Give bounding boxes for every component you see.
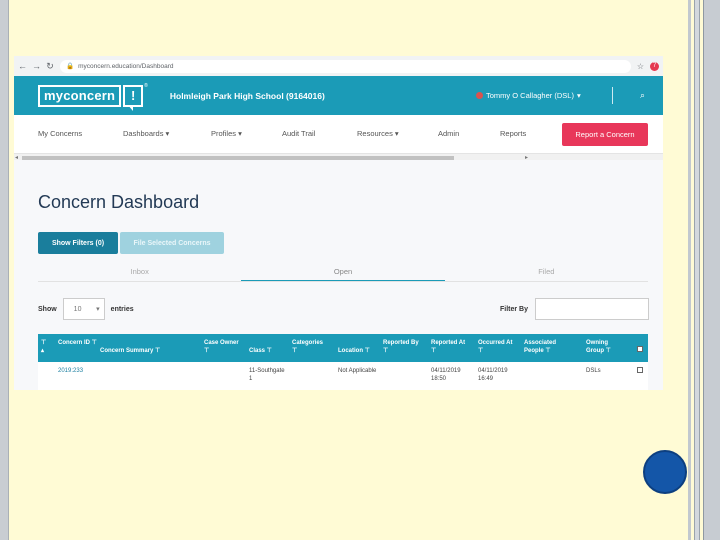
col-associated-people[interactable]: Associated People ⊤ bbox=[524, 339, 570, 355]
forward-arrow-icon[interactable]: → bbox=[32, 61, 41, 71]
col-concern-summary[interactable]: Concern Summary ⊤ bbox=[100, 347, 180, 355]
nav-admin[interactable]: Admin bbox=[438, 129, 459, 138]
user-menu[interactable]: Tommy O Callagher (DSL) ▾ bbox=[476, 91, 581, 100]
show-label: Show bbox=[38, 305, 57, 313]
tab-inbox[interactable]: Inbox bbox=[38, 264, 241, 281]
user-name: Tommy O Callagher (DSL) bbox=[486, 91, 574, 100]
cell-owning-group: DSLs bbox=[586, 368, 601, 374]
slide-right-border bbox=[688, 0, 720, 540]
show-filters-button[interactable]: Show Filters (0) bbox=[38, 232, 118, 254]
col-occurred-at[interactable]: Occurred At ⊤ bbox=[478, 339, 518, 355]
entries-value: 10 bbox=[73, 305, 82, 313]
sort-filter-icon[interactable]: ⊤ ▴ bbox=[41, 339, 46, 355]
nav-my-concerns[interactable]: My Concerns bbox=[38, 129, 82, 138]
entries-control: Show 10 ▾ entries bbox=[38, 298, 134, 320]
myconcern-logo[interactable]: myconcern ! ® bbox=[38, 82, 148, 111]
concern-id-link[interactable]: 2019:233 bbox=[58, 367, 83, 375]
trademark-symbol: ® bbox=[144, 82, 148, 89]
col-case-owner[interactable]: Case Owner ⊤ bbox=[204, 339, 244, 355]
avatar bbox=[476, 92, 483, 99]
logo-mark: ! bbox=[123, 84, 144, 111]
browser-screenshot: ← → ↻ 🔒 myconcern.education/Dashboard ☆ … bbox=[14, 56, 663, 390]
filter-label: Filter By bbox=[500, 305, 529, 313]
table-header: ⊤ ▴ Concern ID ⊤ Concern Summary ⊤ Case O… bbox=[38, 334, 648, 362]
tab-open[interactable]: Open bbox=[241, 264, 445, 281]
filter-input[interactable] bbox=[535, 298, 650, 320]
reload-icon[interactable]: ↻ bbox=[46, 61, 54, 72]
file-selected-button[interactable]: File Selected Concerns bbox=[120, 232, 224, 254]
logo-text: myconcern bbox=[38, 84, 122, 107]
concern-tabs: Inbox Open Filed bbox=[38, 264, 648, 282]
slide-decoration-circle bbox=[643, 450, 687, 494]
school-name: Holmleigh Park High School (9164016) bbox=[169, 90, 325, 101]
row-checkbox[interactable] bbox=[637, 367, 643, 373]
extension-badge[interactable]: 7 bbox=[650, 61, 659, 71]
tab-filed[interactable]: Filed bbox=[445, 264, 648, 281]
col-owning-group[interactable]: Owning Group ⊤ bbox=[586, 339, 626, 355]
cell-occurred-at: 04/11/2019 16:49 bbox=[478, 368, 508, 382]
dashboard-content: Concern Dashboard Show Filters (0) File … bbox=[14, 160, 663, 390]
col-class[interactable]: Class ⊤ bbox=[249, 347, 289, 355]
app-header: myconcern ! ® Holmleigh Park High School… bbox=[14, 76, 663, 115]
browser-toolbar: ← → ↻ 🔒 myconcern.education/Dashboard ☆ … bbox=[14, 56, 663, 76]
nav-reports[interactable]: Reports bbox=[500, 129, 526, 138]
back-arrow-icon[interactable]: ← bbox=[18, 61, 27, 71]
address-bar[interactable]: 🔒 myconcern.education/Dashboard bbox=[60, 59, 631, 73]
select-all-checkbox[interactable] bbox=[637, 346, 643, 352]
cell-location: Not Applicable bbox=[338, 368, 377, 374]
search-icon[interactable]: ⌕ bbox=[640, 90, 645, 101]
chevron-down-icon: ▾ bbox=[96, 306, 100, 313]
col-location[interactable]: Location ⊤ bbox=[338, 347, 382, 355]
page-title: Concern Dashboard bbox=[38, 192, 200, 212]
nav-audit-trail[interactable]: Audit Trail bbox=[282, 129, 315, 138]
bookmark-star-icon[interactable]: ☆ bbox=[637, 62, 644, 71]
concerns-table: ⊤ ▴ Concern ID ⊤ Concern Summary ⊤ Case O… bbox=[38, 334, 648, 390]
col-categories[interactable]: Categories ⊤ bbox=[292, 339, 332, 355]
nav-dashboards[interactable]: Dashboards ▾ bbox=[123, 129, 169, 138]
cell-reported-at: 04/11/2019 18:50 bbox=[431, 368, 461, 382]
url-text: myconcern.education/Dashboard bbox=[78, 62, 174, 70]
chevron-down-icon: ▾ bbox=[576, 91, 581, 100]
header-divider bbox=[612, 87, 613, 104]
lock-icon: 🔒 bbox=[66, 63, 75, 70]
entries-label: entries bbox=[110, 305, 134, 313]
report-concern-button[interactable]: Report a Concern bbox=[562, 123, 648, 146]
col-concern-id[interactable]: Concern ID ⊤ bbox=[58, 339, 102, 347]
main-nav: My Concerns Dashboards ▾ Profiles ▾ Audi… bbox=[14, 115, 663, 154]
cell-class: 11-Southgate 1 bbox=[249, 368, 285, 382]
table-row[interactable]: 2019:233 11-Southgate 1 Not Applicable 04… bbox=[38, 362, 648, 390]
col-reported-at[interactable]: Reported At ⊤ bbox=[431, 339, 471, 355]
entries-select[interactable]: 10 ▾ bbox=[62, 298, 105, 320]
nav-profiles[interactable]: Profiles ▾ bbox=[211, 129, 242, 138]
col-reported-by[interactable]: Reported By ⊤ bbox=[383, 339, 429, 355]
nav-resources[interactable]: Resources ▾ bbox=[357, 129, 399, 138]
filter-control: Filter By bbox=[500, 298, 650, 320]
slide-left-border bbox=[0, 0, 9, 540]
